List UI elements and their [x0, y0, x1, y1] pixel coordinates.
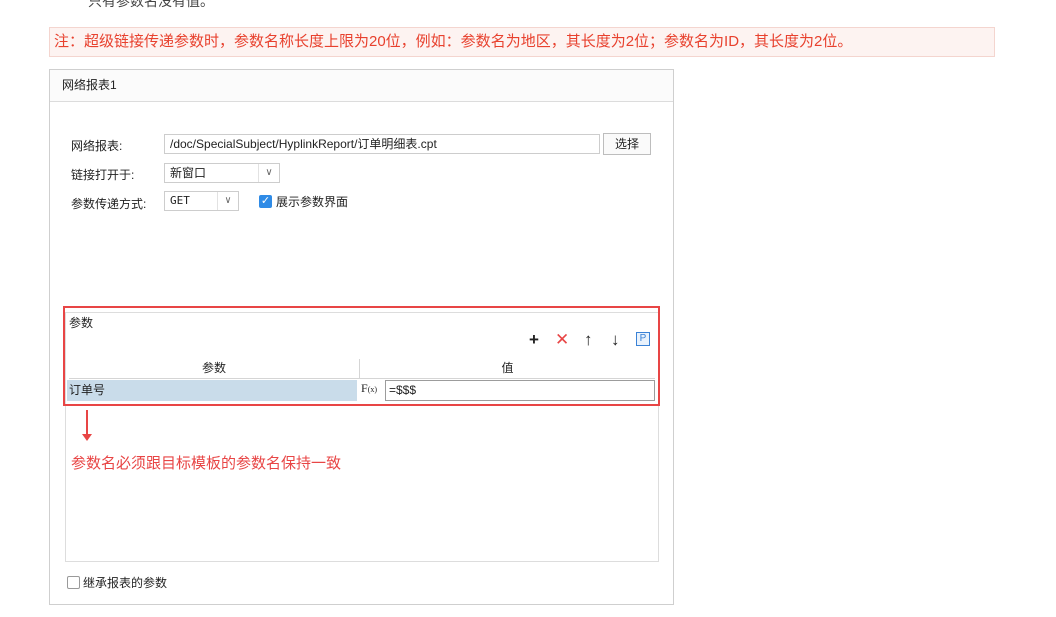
open-in-value: 新窗口 — [170, 166, 207, 180]
open-in-label: 链接打开于: — [71, 168, 135, 182]
param-value-cell[interactable]: =$$$ — [385, 380, 655, 401]
chevron-down-icon: ∨ — [258, 164, 279, 182]
dialog-title: 网络报表1 — [50, 70, 673, 102]
method-select[interactable]: GET ∨ — [164, 191, 239, 211]
show-params-label: 展示参数界面 — [276, 195, 349, 209]
inherit-params-label: 继承报表的参数 — [83, 576, 168, 590]
report-path-field[interactable]: /doc/SpecialSubject/HyplinkReport/订单明细表.… — [164, 134, 600, 154]
header-value: 值 — [501, 361, 514, 375]
open-in-select[interactable]: 新窗口 ∨ — [164, 163, 280, 183]
move-down-icon[interactable]: ↓ — [611, 331, 620, 349]
param-name-cell[interactable]: 订单号 — [67, 380, 357, 401]
report-label: 网络报表: — [71, 139, 123, 153]
inherit-params-checkbox[interactable] — [67, 576, 80, 589]
method-label: 参数传递方式: — [71, 197, 147, 211]
parameter-p-icon[interactable]: P — [636, 332, 650, 346]
annotation-text: 参数名必须跟目标模板的参数名保持一致 — [71, 455, 342, 472]
delete-icon[interactable]: ✕ — [555, 331, 569, 349]
note-bar: 注：超级链接传递参数时，参数名称长度上限为20位，例如：参数名为地区，其长度为2… — [49, 27, 995, 57]
choose-button[interactable]: 选择 — [603, 133, 651, 155]
move-up-icon[interactable]: ↑ — [584, 331, 593, 349]
add-icon[interactable]: + — [529, 331, 539, 349]
params-table-header: 参数 值 — [69, 359, 655, 379]
formula-icon[interactable]: F(x) — [361, 381, 377, 396]
annotation-arrow — [86, 410, 88, 437]
header-param: 参数 — [201, 361, 226, 375]
arrow-head-icon — [82, 434, 92, 441]
show-params-checkbox[interactable]: ✓ — [259, 195, 272, 208]
chevron-down-icon: ∨ — [217, 192, 238, 210]
top-text: 只有参数名没有值。 — [88, 0, 214, 9]
method-value: GET — [170, 194, 190, 207]
